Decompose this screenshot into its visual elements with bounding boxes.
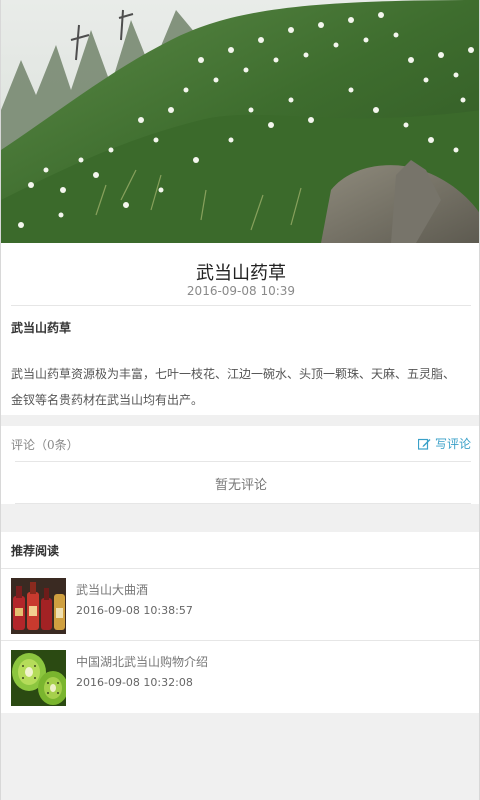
article-card: 武当山药草 2016-09-08 10:39 武当山药草 武当山药草资源极为丰富… bbox=[1, 243, 479, 415]
hero-image bbox=[1, 0, 479, 243]
comments-section: 评论（0条） 写评论 暂无评论 bbox=[1, 426, 479, 504]
write-comment-button[interactable]: 写评论 bbox=[417, 435, 471, 452]
divider bbox=[1, 640, 479, 641]
article-title: 武当山药草 bbox=[196, 263, 286, 284]
liquor-thumbnail bbox=[11, 578, 66, 634]
recommended-item-time: 2016-09-08 10:32:08 bbox=[76, 676, 193, 689]
article-date: 2016-09-08 10:39 bbox=[186, 284, 296, 298]
edit-icon bbox=[417, 438, 431, 450]
article-body: 武当山药草资源极为丰富，七叶一枝花、江边一碗水、头顶一颗珠、天麻、五灵脂、金钗等… bbox=[11, 367, 456, 407]
write-comment-label: 写评论 bbox=[434, 437, 471, 451]
kiwi-thumbnail bbox=[11, 650, 66, 706]
comment-count: 评论（0条） bbox=[11, 438, 79, 452]
recommended-section: 推荐阅读 武当山大曲酒 2016-09-08 10:38:57 中国湖北武当山购… bbox=[1, 532, 479, 713]
article-page: 武当山药草 2016-09-08 10:39 武当山药草 武当山药草资源极为丰富… bbox=[0, 0, 480, 800]
divider bbox=[1, 568, 479, 569]
divider bbox=[11, 305, 471, 306]
article-subheading: 武当山药草 bbox=[11, 321, 72, 335]
recommended-item-title: 武当山大曲酒 bbox=[76, 583, 149, 597]
recommended-item[interactable]: 武当山大曲酒 2016-09-08 10:38:57 bbox=[1, 571, 479, 641]
recommended-item[interactable]: 中国湖北武当山购物介绍 2016-09-08 10:32:08 bbox=[1, 643, 479, 713]
recommended-item-title: 中国湖北武当山购物介绍 bbox=[76, 655, 209, 669]
divider bbox=[15, 461, 471, 462]
recommended-heading: 推荐阅读 bbox=[11, 544, 60, 558]
empty-comments-text: 暂无评论 bbox=[214, 478, 267, 493]
divider bbox=[15, 503, 471, 504]
recommended-item-time: 2016-09-08 10:38:57 bbox=[76, 604, 193, 617]
